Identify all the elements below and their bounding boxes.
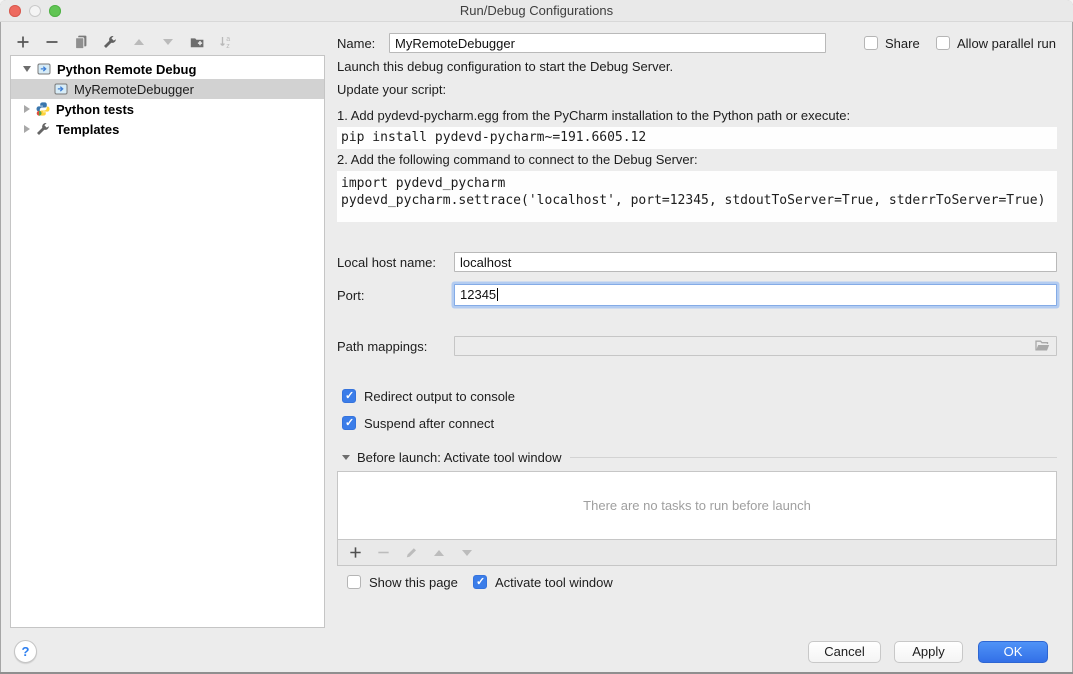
edit-task-button[interactable] [402, 544, 420, 562]
pip-command-text: pip install pydevd-pycharm~=191.6605.12 [337, 127, 1057, 149]
tree-item-label[interactable]: Python tests [56, 102, 134, 117]
chevron-up-icon [434, 550, 444, 556]
add-task-button[interactable] [346, 544, 364, 562]
before-launch-section-header[interactable]: Before launch: Activate tool window [342, 449, 1057, 465]
add-folder-icon [189, 34, 205, 50]
help-button[interactable]: ? [14, 640, 37, 663]
tree-item-label[interactable]: Templates [56, 122, 119, 137]
allow-parallel-run-checkbox[interactable] [936, 36, 950, 50]
path-mappings-label: Path mappings: [337, 339, 427, 355]
pencil-icon [404, 545, 419, 560]
run-debug-configurations-dialog: Run/Debug Configurations az [0, 0, 1073, 674]
remote-debug-config-icon [53, 81, 69, 97]
svg-text:z: z [226, 43, 230, 50]
title-bar: Run/Debug Configurations [0, 0, 1073, 22]
redirect-output-checkbox[interactable] [342, 389, 356, 403]
chevron-down-icon [462, 550, 472, 556]
remove-configuration-button[interactable] [43, 33, 61, 51]
plus-icon [348, 545, 363, 560]
move-up-button[interactable] [130, 33, 148, 51]
suspend-after-connect-checkbox[interactable] [342, 416, 356, 430]
path-mappings-input[interactable] [454, 336, 1057, 356]
tree-item-python-tests[interactable]: Python tests [11, 99, 324, 119]
before-launch-task-list[interactable]: There are no tasks to run before launch [337, 471, 1057, 540]
intro-text: Launch this debug configuration to start… [337, 59, 673, 75]
text-caret [497, 288, 498, 301]
create-folder-button[interactable] [188, 33, 206, 51]
step1-text: 1. Add pydevd-pycharm.egg from the PyCha… [337, 108, 850, 124]
share-checkbox[interactable] [864, 36, 878, 50]
port-label: Port: [337, 288, 364, 304]
pip-command-block: pip install pydevd-pycharm~=191.6605.12 [337, 127, 1057, 149]
configurations-toolbar: az [14, 31, 235, 53]
tree-item-myremotedebugger[interactable]: MyRemoteDebugger [11, 79, 324, 99]
tree-item-label[interactable]: MyRemoteDebugger [74, 82, 194, 97]
minus-icon [376, 545, 391, 560]
move-task-up-button[interactable] [430, 544, 448, 562]
remove-task-button[interactable] [374, 544, 392, 562]
local-host-name-input[interactable] [454, 252, 1057, 272]
remote-debug-config-icon [36, 61, 52, 77]
folder-open-icon [1034, 338, 1051, 353]
suspend-after-connect-label[interactable]: Suspend after connect [364, 416, 494, 432]
name-label: Name: [337, 36, 375, 52]
share-checkbox-label[interactable]: Share [885, 36, 920, 52]
path-mappings-browse-button[interactable] [1032, 338, 1052, 355]
before-launch-title: Before launch: Activate tool window [357, 450, 562, 465]
sort-configurations-button[interactable]: az [217, 33, 235, 51]
collapse-arrow-icon[interactable] [24, 125, 30, 133]
chevron-down-icon [163, 39, 173, 45]
task-list-toolbar [337, 540, 1057, 566]
local-host-name-label: Local host name: [337, 255, 436, 271]
name-input[interactable] [389, 33, 826, 53]
port-value: 12345 [460, 287, 496, 302]
window-title: Run/Debug Configurations [0, 0, 1073, 22]
allow-parallel-run-label[interactable]: Allow parallel run [957, 36, 1056, 52]
configurations-tree: Python Remote Debug MyRemoteDebugger Pyt… [10, 55, 325, 628]
apply-button[interactable]: Apply [894, 641, 963, 663]
tree-item-templates[interactable]: Templates [11, 119, 324, 139]
ok-button[interactable]: OK [978, 641, 1048, 663]
question-mark-icon: ? [22, 644, 30, 659]
section-collapse-arrow-icon[interactable] [342, 455, 350, 460]
move-down-button[interactable] [159, 33, 177, 51]
cancel-button[interactable]: Cancel [808, 641, 881, 663]
code-line-1: import pydevd_pycharm [337, 175, 1057, 192]
wrench-icon [35, 121, 51, 137]
minus-icon [44, 34, 60, 50]
empty-task-list-message: There are no tasks to run before launch [583, 498, 811, 513]
update-script-text: Update your script: [337, 82, 446, 98]
settrace-code-block: import pydevd_pycharm pydevd_pycharm.set… [337, 171, 1057, 222]
sort-az-icon: az [218, 34, 234, 50]
expand-arrow-icon[interactable] [23, 66, 31, 72]
copy-configuration-button[interactable] [72, 33, 90, 51]
edit-templates-button[interactable] [101, 33, 119, 51]
tree-item-python-remote-debug[interactable]: Python Remote Debug [11, 59, 324, 79]
wrench-icon [102, 34, 118, 50]
add-configuration-button[interactable] [14, 33, 32, 51]
collapse-arrow-icon[interactable] [24, 105, 30, 113]
plus-icon [15, 34, 31, 50]
activate-tool-window-checkbox[interactable] [473, 575, 487, 589]
activate-tool-window-label[interactable]: Activate tool window [495, 575, 613, 591]
chevron-up-icon [134, 39, 144, 45]
port-input[interactable]: 12345 [454, 284, 1057, 306]
step2-text: 2. Add the following command to connect … [337, 152, 698, 168]
code-line-2: pydevd_pycharm.settrace('localhost', por… [337, 192, 1057, 209]
copy-icon [73, 34, 89, 50]
python-tests-icon [35, 101, 51, 117]
move-task-down-button[interactable] [458, 544, 476, 562]
show-this-page-checkbox[interactable] [347, 575, 361, 589]
section-divider [570, 457, 1057, 458]
redirect-output-label[interactable]: Redirect output to console [364, 389, 515, 405]
show-this-page-label[interactable]: Show this page [369, 575, 458, 591]
tree-item-label[interactable]: Python Remote Debug [57, 62, 196, 77]
